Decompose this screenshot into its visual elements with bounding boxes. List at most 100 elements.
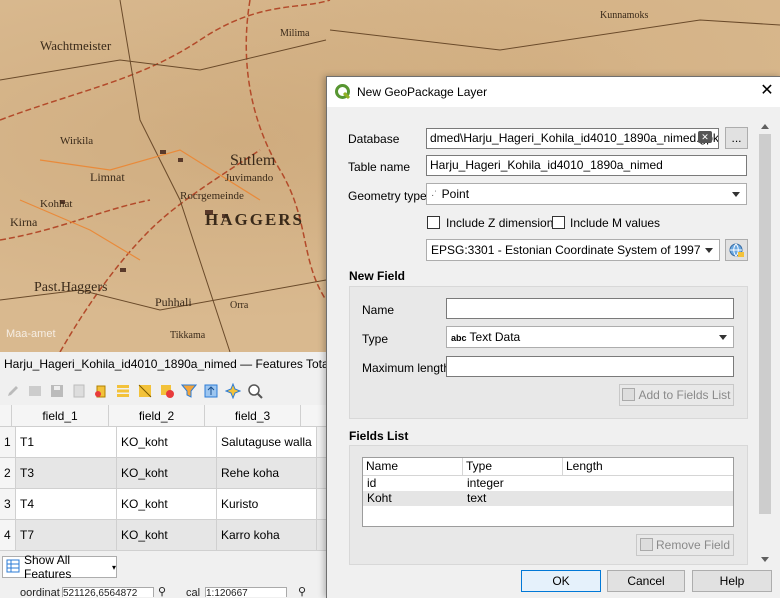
table-cell[interactable]: Salutaguse walla (217, 427, 317, 457)
table-cell[interactable]: KO_koht (117, 427, 217, 457)
scroll-up-icon[interactable] (761, 124, 769, 129)
field-type-cell: integer (467, 476, 504, 490)
crs-selector-button[interactable] (725, 239, 748, 261)
table-cell[interactable]: KO_koht (117, 458, 217, 488)
show-all-features-button[interactable]: Show All Features ▾ (2, 553, 117, 581)
chevron-down-icon (705, 248, 713, 253)
scale-field[interactable]: 1:120667 (205, 587, 287, 597)
show-all-label: Show All Features (24, 553, 72, 581)
help-button[interactable]: Help (692, 570, 772, 592)
point-icon: ·˙ (431, 190, 438, 201)
chevron-down-icon (719, 335, 727, 340)
pencil-icon[interactable] (4, 382, 22, 400)
ok-button[interactable]: OK (521, 570, 601, 592)
reload-icon[interactable] (70, 382, 88, 400)
table-cell[interactable]: T4 (16, 489, 117, 519)
geometry-type-value: Point (441, 187, 470, 201)
magnifier-icon[interactable]: ⚲ (298, 585, 306, 597)
cancel-button[interactable]: Cancel (607, 570, 685, 592)
list-item[interactable]: id integer (363, 476, 733, 491)
field-name-cell: Koht (367, 491, 392, 505)
scrollbar-thumb[interactable] (759, 134, 771, 514)
map-label: Kohhat (40, 198, 73, 210)
save-icon[interactable] (48, 382, 66, 400)
field-length-cell (563, 476, 733, 491)
max-length-input[interactable] (446, 356, 734, 377)
add-to-fields-list-button[interactable]: Add to Fields List (619, 384, 734, 406)
table-row[interactable]: 2 T3 KO_koht Rehe koha (0, 458, 326, 489)
row-number[interactable]: 1 (0, 427, 16, 457)
column-header[interactable]: field_1 (12, 405, 109, 426)
column-header[interactable]: Length (563, 458, 733, 475)
remove-field-button[interactable]: Remove Field (636, 534, 734, 556)
table-row[interactable]: 4 T7 KO_koht Karro koha (0, 520, 326, 551)
table-cell[interactable]: T3 (16, 458, 117, 488)
invert-selection-icon[interactable] (136, 382, 154, 400)
multi-edit-icon[interactable] (26, 382, 44, 400)
table-cell[interactable]: Kuristo (217, 489, 317, 519)
qgis-logo-icon (335, 84, 351, 100)
table-cell[interactable]: Rehe koha (217, 458, 317, 488)
attribute-table-panel: Harju_Hageri_Kohila_id4010_1890a_nimed —… (0, 352, 326, 597)
field-name-input[interactable] (446, 298, 734, 319)
row-header-corner[interactable] (0, 405, 12, 426)
include-z-checkbox[interactable] (427, 216, 440, 229)
abc-icon: abc (451, 333, 467, 343)
zoom-to-selection-icon[interactable] (246, 382, 264, 400)
field-name-cell: id (367, 476, 377, 490)
scroll-down-icon[interactable] (761, 557, 769, 562)
deselect-icon[interactable] (158, 382, 176, 400)
field-type-value: Text Data (469, 330, 521, 344)
delete-icon[interactable] (92, 382, 110, 400)
include-m-checkbox[interactable] (552, 216, 565, 229)
column-header[interactable]: field_3 (205, 405, 301, 426)
filter-icon[interactable] (180, 382, 198, 400)
table-cell[interactable]: KO_koht (117, 520, 217, 550)
map-label: Kirna (10, 215, 38, 229)
table-cell[interactable]: T1 (16, 427, 117, 457)
field-name-label: Name (362, 303, 395, 317)
geometry-type-select[interactable]: ·˙ Point (426, 183, 747, 205)
dialog-title: New GeoPackage Layer (357, 85, 488, 99)
add-field-icon (622, 388, 636, 401)
max-length-label: Maximum length (362, 361, 451, 375)
attribute-toolbar (0, 377, 326, 405)
chevron-down-icon (732, 192, 740, 197)
dialog-scrollbar[interactable] (757, 120, 773, 566)
extents-icon[interactable]: ⚲ (158, 585, 166, 597)
row-number[interactable]: 2 (0, 458, 16, 488)
pan-to-selection-icon[interactable] (224, 382, 242, 400)
include-z-label: Include Z dimension (446, 216, 554, 230)
add-to-fields-list-label: Add to Fields List (638, 388, 731, 402)
map-label: HAGGERS (205, 210, 305, 229)
map-label: Kunnamoks (600, 10, 649, 21)
column-header[interactable]: Name (363, 458, 463, 475)
column-header[interactable]: Type (463, 458, 563, 475)
attribute-table-title: Harju_Hageri_Kohila_id4010_1890a_nimed —… (4, 357, 326, 371)
row-number[interactable]: 4 (0, 520, 16, 550)
move-selection-top-icon[interactable] (202, 382, 220, 400)
table-name-field[interactable]: Harju_Hageri_Kohila_id4010_1890a_nimed (426, 155, 747, 176)
clear-icon[interactable]: ✕ (698, 131, 712, 143)
new-geopackage-layer-dialog: New GeoPackage Layer ✕ Database dmed\Har… (326, 76, 780, 598)
table-row[interactable]: 1 T1 KO_koht Salutaguse walla (0, 427, 326, 458)
table-cell[interactable]: T7 (16, 520, 117, 550)
column-header[interactable]: field_2 (109, 405, 205, 426)
dialog-titlebar[interactable]: New GeoPackage Layer ✕ (327, 77, 780, 107)
table-row[interactable]: 3 T4 KO_koht Kuristo (0, 489, 326, 520)
database-field[interactable]: dmed\Harju_Hageri_Kohila_id4010_1890a_ni… (426, 128, 719, 149)
table-icon (6, 559, 20, 576)
table-cell[interactable]: KO_koht (117, 489, 217, 519)
row-number[interactable]: 3 (0, 489, 16, 519)
table-cell[interactable]: Karro koha (217, 520, 317, 550)
field-type-select[interactable]: abc Text Data (446, 326, 734, 348)
crs-select[interactable]: EPSG:3301 - Estonian Coordinate System o… (426, 239, 720, 261)
close-icon[interactable]: ✕ (759, 83, 775, 99)
fields-list-table: Name Type Length id integer Koht text (362, 457, 734, 527)
coordinate-field[interactable]: 521126,6564872 (62, 587, 154, 597)
select-all-icon[interactable] (114, 382, 132, 400)
browse-button[interactable]: ... (725, 127, 748, 149)
table-name-label: Table name (348, 160, 411, 174)
list-item[interactable]: Koht text (363, 491, 733, 506)
status-bar: oordinat 521126,6564872 ⚲ cal 1:120667 ⚲ (0, 584, 326, 597)
